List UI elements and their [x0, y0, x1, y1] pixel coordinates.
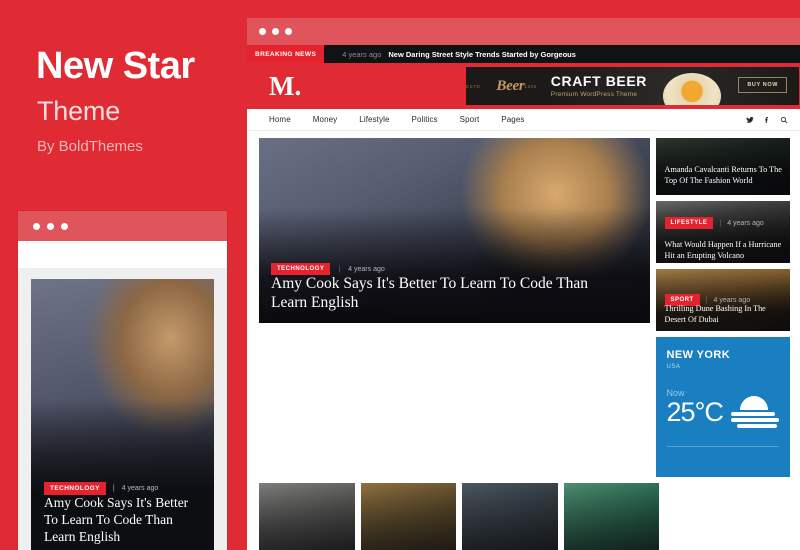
ad-title: CRAFT BEER: [550, 72, 648, 89]
mobile-preview-timestamp: 4 years ago: [121, 485, 159, 492]
nav-item-sport[interactable]: Sport: [460, 115, 480, 124]
sun-haze-icon: [731, 396, 779, 428]
nav-item-politics[interactable]: Politics: [412, 115, 438, 124]
table-row[interactable]: Top 29 World Famous Buildings to Inspire…: [462, 483, 558, 550]
sidebar-card-dune[interactable]: SPORT | 4 years ago Thrilling Dune Bashi…: [655, 269, 790, 331]
mobile-preview-header-blank: [18, 241, 227, 268]
search-icon[interactable]: [780, 116, 788, 124]
breaking-news-timestamp: 4 years ago: [342, 49, 382, 59]
sidebar-card-dune-separator: |: [705, 296, 708, 304]
sidebar-card-dune-title[interactable]: Thrilling Dune Bashing In The Desert Of …: [665, 304, 782, 326]
card-image-interior: [360, 483, 456, 550]
main-navigation: Home Money Lifestyle Politics Sport Page…: [247, 109, 800, 131]
window-dot-maximize-icon[interactable]: [61, 222, 68, 230]
weather-divider: [666, 446, 779, 447]
sidebar-card-volcano-meta: LIFESTYLE | 4 years ago: [664, 217, 764, 229]
ad-script-logo: Beer: [496, 77, 525, 94]
window-dot-minimize-icon[interactable]: [47, 222, 54, 230]
hero-timestamp: 4 years ago: [348, 265, 385, 273]
ad-est-left: ESTD: [466, 83, 481, 89]
hero-article-title[interactable]: Amy Cook Says It's Better To Learn To Co…: [271, 274, 610, 313]
sidebar-card-volcano[interactable]: LIFESTYLE | 4 years ago What Would Happe…: [655, 201, 790, 263]
browser-dot-close-icon[interactable]: [259, 28, 266, 35]
browser-titlebar: [247, 18, 800, 45]
ad-buy-now-button[interactable]: BUY NOW: [738, 77, 787, 93]
hero-article[interactable]: TECHNOLOGY | 4 years ago Amy Cook Says I…: [259, 138, 650, 323]
browser-dot-minimize-icon[interactable]: [272, 28, 279, 35]
sidebar-card-fashion[interactable]: Amanda Cavalcanti Returns To The Top Of …: [655, 138, 790, 195]
weather-country: USA: [666, 364, 681, 370]
card-image-car: [563, 483, 659, 550]
mobile-preview-article[interactable]: TECHNOLOGY | 4 years ago Amy Cook Says I…: [31, 279, 214, 550]
sidebar-card-volcano-category[interactable]: LIFESTYLE: [664, 217, 714, 229]
promo-panel: New Star Theme By BoldThemes TECHNOLOGY …: [0, 0, 248, 550]
nav-items: Home Money Lifestyle Politics Sport Page…: [269, 115, 524, 124]
site-logo[interactable]: M.: [269, 72, 301, 100]
twitter-icon[interactable]: [746, 116, 754, 124]
breaking-news-bar: BREAKING NEWS 4 years ago New Daring Str…: [247, 45, 800, 63]
card-image-statue: [259, 483, 355, 550]
promo-byline: By BoldThemes: [37, 138, 143, 155]
facebook-icon[interactable]: [763, 116, 771, 124]
ad-text-block: CRAFT BEER Premium WordPress Theme: [550, 72, 648, 99]
nav-item-lifestyle[interactable]: Lifestyle: [359, 115, 389, 124]
nav-icon-group: [746, 116, 788, 124]
breaking-news-badge: BREAKING NEWS: [247, 45, 325, 63]
beer-glass-icon: [663, 73, 721, 105]
sidebar-card-dune-timestamp: 4 years ago: [713, 296, 751, 304]
mobile-preview-window: TECHNOLOGY | 4 years ago Amy Cook Says I…: [18, 211, 227, 550]
sidebar-card-volcano-separator: |: [719, 219, 722, 227]
site-masthead: M. ESTD Beer 1905 CRAFT BEER Premium Wor…: [247, 63, 800, 109]
weather-reading-row: 25°C: [667, 396, 779, 428]
table-row[interactable]: China's Bio Takes on Enis With a Car Hal…: [563, 483, 659, 550]
ad-est-right: 1905: [524, 83, 537, 89]
article-card-row: The Modern View On Daniel Cunha: A Man O…: [247, 477, 800, 550]
nav-item-money[interactable]: Money: [313, 115, 338, 124]
sidebar-column: Amanda Cavalcanti Returns To The Top Of …: [655, 138, 790, 477]
weather-widget[interactable]: NEW YORK USA Now 25°C: [655, 337, 790, 477]
browser-dot-maximize-icon[interactable]: [285, 28, 292, 35]
promo-subtitle: Theme: [37, 96, 121, 126]
sidebar-card-volcano-title[interactable]: What Would Happen If a Hurricane Hit an …: [665, 240, 782, 262]
card-image-building: [462, 483, 558, 550]
table-row[interactable]: Interior Tips In How To Choose a Perfect…: [360, 483, 456, 550]
nav-item-home[interactable]: Home: [269, 115, 291, 124]
feature-grid: TECHNOLOGY | 4 years ago Amy Cook Says I…: [247, 131, 800, 477]
mobile-preview-titlebar: [18, 211, 227, 241]
promo-title: New Star: [36, 45, 195, 87]
weather-temperature: 25°C: [666, 396, 724, 427]
breaking-news-headline[interactable]: New Daring Street Style Trends Started b…: [388, 50, 576, 59]
mobile-preview-separator: |: [112, 485, 115, 492]
sidebar-card-volcano-timestamp: 4 years ago: [727, 219, 764, 227]
hero-meta-separator: |: [338, 265, 341, 273]
ad-subtitle: Premium WordPress Theme: [550, 91, 638, 99]
browser-window: BREAKING NEWS 4 years ago New Daring Str…: [247, 18, 800, 550]
mobile-preview-article-title[interactable]: Amy Cook Says It's Better To Learn To Co…: [44, 494, 202, 545]
nav-item-pages[interactable]: Pages: [501, 115, 524, 124]
window-dot-close-icon[interactable]: [33, 222, 40, 230]
table-row[interactable]: The Modern View On Daniel Cunha: A Man O…: [259, 483, 355, 550]
mobile-preview-body: TECHNOLOGY | 4 years ago Amy Cook Says I…: [18, 268, 227, 550]
weather-city: NEW YORK: [666, 349, 731, 361]
sidebar-card-fashion-title[interactable]: Amanda Cavalcanti Returns To The Top Of …: [665, 165, 782, 187]
ad-banner[interactable]: ESTD Beer 1905 CRAFT BEER Premium WordPr…: [466, 67, 799, 105]
